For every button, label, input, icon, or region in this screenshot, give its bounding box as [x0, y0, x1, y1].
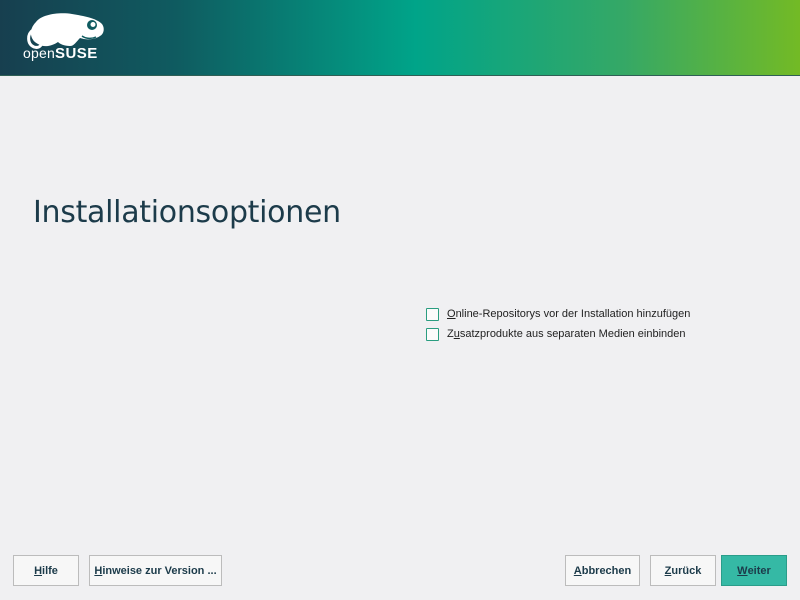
- checkbox-box[interactable]: [426, 307, 439, 321]
- opensuse-wordmark: openSUSE: [23, 45, 98, 62]
- addon-products-checkbox[interactable]: Zusatzprodukte aus separaten Medien einb…: [426, 324, 690, 344]
- next-button[interactable]: Weiter: [721, 555, 787, 586]
- header-bar: openSUSE: [0, 0, 800, 76]
- help-button[interactable]: Hilfe: [13, 555, 79, 586]
- abort-button[interactable]: Abbrechen: [565, 555, 640, 586]
- checkbox-box[interactable]: [426, 327, 439, 341]
- release-notes-button[interactable]: Hinweise zur Version ...: [89, 555, 222, 586]
- online-repositories-checkbox[interactable]: Online-Repositorys vor der Installation …: [426, 304, 690, 324]
- addon-products-label[interactable]: Zusatzprodukte aus separaten Medien einb…: [447, 328, 686, 340]
- page-title: Installationsoptionen: [33, 195, 341, 230]
- back-button[interactable]: Zurück: [650, 555, 716, 586]
- online-repositories-label[interactable]: Online-Repositorys vor der Installation …: [447, 308, 690, 320]
- installation-options: Online-Repositorys vor der Installation …: [426, 304, 690, 344]
